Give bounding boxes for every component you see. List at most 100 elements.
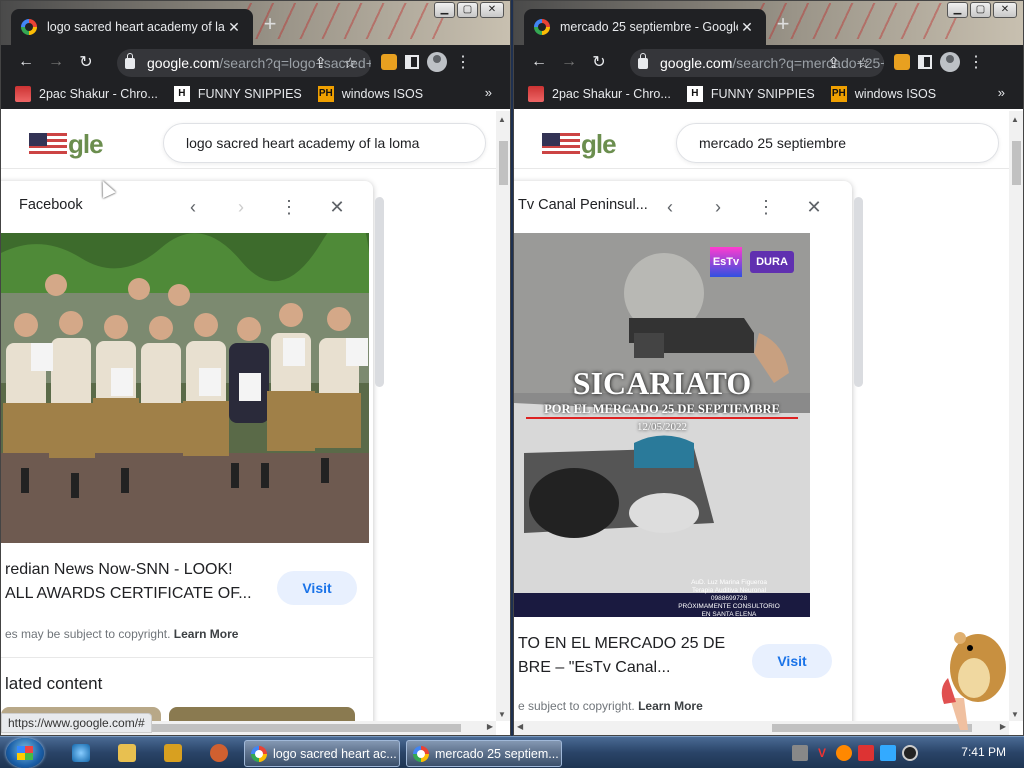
scroll-left-icon[interactable]: ◀	[517, 722, 523, 731]
taskbar-window-button[interactable]: mercado 25 septiem...	[406, 740, 562, 767]
search-input[interactable]: mercado 25 septiembre	[676, 123, 999, 163]
next-icon[interactable]: ›	[706, 195, 730, 219]
bookmark-item[interactable]: PH windows ISOS	[317, 86, 423, 102]
maximize-button[interactable]: ▢	[970, 2, 991, 18]
back-icon[interactable]: ←	[524, 53, 554, 71]
title-bar[interactable]: logo sacred heart academy of la loma - G…	[1, 1, 510, 45]
bookmark-item[interactable]: PH windows ISOS	[830, 86, 936, 102]
bookmarks-bar: 2pac Shakur - Chro... H FUNNY SNIPPIES PH…	[1, 79, 510, 109]
internet-explorer-icon[interactable]	[72, 744, 90, 762]
title-bar[interactable]: mercado 25 septiembre - Google Search ✕ …	[514, 1, 1023, 45]
close-panel-icon[interactable]: ✕	[325, 195, 349, 219]
bookmark-star-icon[interactable]: ☆	[857, 54, 870, 72]
search-tray-icon[interactable]	[836, 745, 852, 761]
close-panel-icon[interactable]: ✕	[802, 195, 826, 219]
chrome-menu-icon[interactable]: ⋮	[455, 52, 471, 72]
forward-icon[interactable]: →	[554, 53, 584, 71]
ad-line: AuD. Luz Marina Figueroa	[691, 579, 767, 586]
preview-image[interactable]: EsTv DURA SICARIATO POR EL MERCADO 25 DE…	[514, 233, 810, 617]
copyright-notice: e subject to copyright. Learn More	[518, 699, 703, 713]
scrollbar-thumb[interactable]	[499, 141, 508, 185]
bookmark-item[interactable]: H FUNNY SNIPPIES	[686, 86, 815, 102]
scrollbar-thumb[interactable]	[1012, 141, 1021, 185]
related-content-heading: lated content	[5, 674, 103, 693]
hscroll-thumb[interactable]	[151, 724, 461, 732]
previous-icon[interactable]: ‹	[181, 195, 205, 219]
panel-source[interactable]: Tv Canal Peninsul...	[518, 197, 648, 213]
share-icon[interactable]: ⇪	[827, 54, 840, 72]
side-panel-icon[interactable]	[918, 55, 932, 69]
hamster-dancer-gadget[interactable]	[930, 618, 1010, 733]
bookmark-item[interactable]: 2pac Shakur - Chro...	[15, 86, 158, 102]
previous-icon[interactable]: ‹	[658, 195, 682, 219]
bookmarks-overflow-icon[interactable]: »	[485, 85, 492, 100]
new-tab-button[interactable]: +	[259, 13, 281, 37]
copyright-text: e subject to copyright.	[518, 699, 635, 713]
result-title-line2[interactable]: BRE – "EsTv Canal...	[518, 657, 670, 679]
antivirus-icon[interactable]: V	[814, 745, 830, 761]
panel-scrollbar[interactable]	[375, 197, 384, 387]
extensions-icon[interactable]	[381, 54, 397, 70]
scroll-up-icon[interactable]: ▲	[498, 115, 506, 124]
preview-image[interactable]	[1, 233, 369, 543]
panel-source[interactable]: Facebook	[19, 197, 83, 213]
media-player-icon[interactable]	[164, 744, 182, 762]
bookmarks-overflow-icon[interactable]: »	[998, 85, 1005, 100]
result-title-line1[interactable]: TO EN EL MERCADO 25 DE	[518, 633, 725, 655]
panel-scrollbar[interactable]	[854, 197, 863, 387]
google-doodle-logo[interactable]: gle	[542, 129, 617, 160]
volume-icon[interactable]	[902, 745, 918, 761]
minimize-button[interactable]: ▁	[947, 2, 968, 18]
back-icon[interactable]: ←	[11, 53, 41, 71]
bookmark-star-icon[interactable]: ☆	[344, 54, 357, 72]
vertical-scrollbar[interactable]: ▲ ▼	[1009, 111, 1023, 721]
result-title-line2[interactable]: ALL AWARDS CERTIFICATE OF...	[5, 583, 252, 605]
tray-app-icon[interactable]	[792, 745, 808, 761]
address-bar[interactable]: google.com/search?q=logo+sacred+heart+ac…	[117, 49, 371, 77]
folder-icon[interactable]	[118, 744, 136, 762]
maximize-button[interactable]: ▢	[457, 2, 478, 18]
clock[interactable]: 7:41 PM	[961, 745, 1006, 759]
app-icon[interactable]	[210, 744, 228, 762]
scroll-right-icon[interactable]: ▶	[487, 722, 493, 731]
chrome-menu-icon[interactable]: ⋮	[968, 52, 984, 72]
more-options-icon[interactable]: ⋮	[754, 195, 778, 219]
taskbar-window-button[interactable]: logo sacred heart ac...	[244, 740, 400, 767]
start-button[interactable]	[6, 738, 44, 768]
visit-button[interactable]: Visit	[752, 644, 832, 678]
new-tab-button[interactable]: +	[772, 13, 794, 37]
extensions-icon[interactable]	[894, 54, 910, 70]
learn-more-link[interactable]: Learn More	[638, 699, 703, 713]
side-panel-icon[interactable]	[405, 55, 419, 69]
next-icon[interactable]: ›	[229, 195, 253, 219]
forward-icon[interactable]: →	[41, 53, 71, 71]
learn-more-link[interactable]: Learn More	[174, 627, 239, 641]
estv-logo: EsTv	[710, 247, 742, 277]
profile-avatar-icon[interactable]	[427, 52, 447, 72]
visit-button[interactable]: Visit	[277, 571, 357, 605]
share-icon[interactable]: ⇪	[314, 54, 327, 72]
reload-icon[interactable]: ↻	[584, 52, 614, 72]
tab-active[interactable]: logo sacred heart academy of la loma - G…	[11, 9, 253, 45]
vertical-scrollbar[interactable]: ▲ ▼	[496, 111, 510, 721]
bookmark-item[interactable]: 2pac Shakur - Chro...	[528, 86, 671, 102]
close-window-button[interactable]: ✕	[480, 2, 504, 18]
flag-tray-icon[interactable]	[858, 745, 874, 761]
result-title-line1[interactable]: redian News Now-SNN - LOOK!	[5, 559, 233, 581]
scroll-down-icon[interactable]: ▼	[498, 710, 506, 719]
tab-active[interactable]: mercado 25 septiembre - Google Search ✕	[524, 9, 766, 45]
search-input[interactable]: logo sacred heart academy of la loma	[163, 123, 486, 163]
network-icon[interactable]	[880, 745, 896, 761]
more-options-icon[interactable]: ⋮	[277, 195, 301, 219]
google-doodle-logo[interactable]: gle	[29, 129, 104, 160]
close-tab-icon[interactable]: ✕	[738, 19, 756, 36]
address-bar[interactable]: google.com/search?q=mercado+25+septiembr…	[630, 49, 884, 77]
profile-avatar-icon[interactable]	[940, 52, 960, 72]
close-window-button[interactable]: ✕	[993, 2, 1017, 18]
scroll-down-icon[interactable]: ▼	[1011, 710, 1019, 719]
reload-icon[interactable]: ↻	[71, 52, 101, 72]
scroll-up-icon[interactable]: ▲	[1011, 115, 1019, 124]
close-tab-icon[interactable]: ✕	[225, 19, 243, 36]
minimize-button[interactable]: ▁	[434, 2, 455, 18]
bookmark-item[interactable]: H FUNNY SNIPPIES	[173, 86, 302, 102]
